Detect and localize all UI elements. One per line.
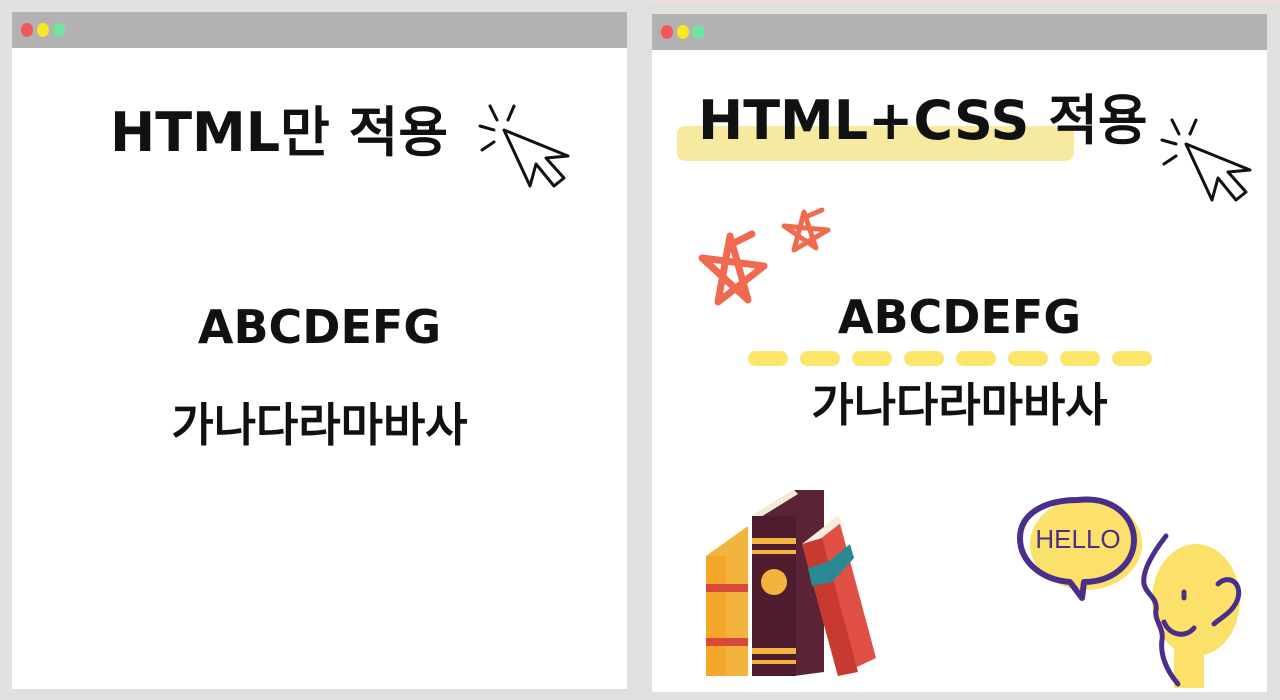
window-html-only: HTML만 적용 ABCDEFG 가나다라마바사	[12, 12, 627, 689]
close-dot[interactable]	[21, 23, 33, 37]
hangul-text: 가나다라마바사	[171, 398, 468, 452]
cursor-click-icon	[1160, 118, 1252, 202]
books-icon	[706, 490, 876, 676]
window-html-css: HTML+CSS 적용 ABCDEFG 가나다라마바사 HELLO	[652, 14, 1267, 692]
close-dot[interactable]	[661, 25, 673, 39]
dashed-underline	[748, 351, 1158, 367]
window-titlebar	[12, 12, 627, 48]
minimize-dot[interactable]	[677, 25, 689, 39]
top-accent-line	[650, 0, 1280, 3]
maximize-dot[interactable]	[693, 25, 705, 39]
star-icon	[781, 207, 831, 253]
alphabet-text: ABCDEFG	[197, 300, 442, 354]
person-face-icon	[1141, 533, 1242, 688]
maximize-dot[interactable]	[53, 23, 65, 37]
window-titlebar	[652, 14, 1267, 50]
minimize-dot[interactable]	[37, 23, 49, 37]
alphabet-text: ABCDEFG	[837, 290, 1082, 344]
speech-bubble-text: HELLO	[1035, 524, 1120, 554]
window-heading: HTML+CSS 적용	[698, 89, 1148, 152]
cursor-click-icon	[478, 104, 570, 188]
hangul-text: 가나다라마바사	[811, 378, 1108, 432]
window-heading: HTML만 적용	[110, 101, 449, 164]
